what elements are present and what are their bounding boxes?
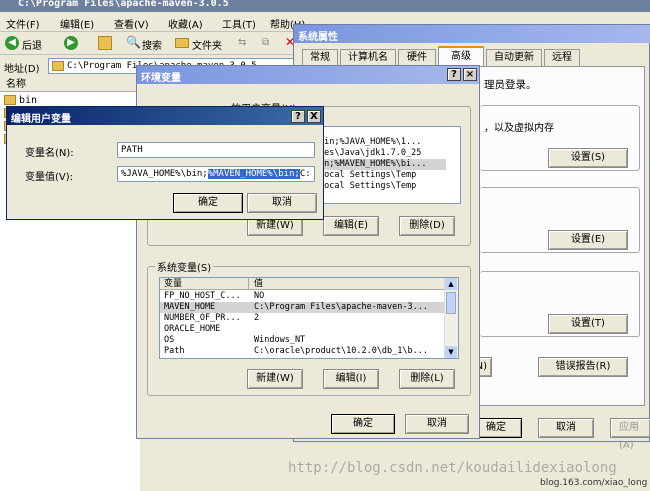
selected-text: %MAVEN_HOME%\bin; [207, 169, 300, 179]
system-new-button[interactable]: 新建(W) [247, 369, 303, 389]
up-folder-icon[interactable] [98, 36, 112, 50]
menu-tools[interactable]: 工具(T) [222, 16, 256, 31]
tab-advanced[interactable]: 高级 [438, 46, 484, 66]
address-label: 地址(D) [4, 64, 40, 75]
tab-computer-name[interactable]: 计算机名 [340, 49, 396, 66]
tab-remote[interactable]: 远程 [544, 49, 580, 66]
table-row[interactable]: Local Settings\Temp [319, 181, 446, 192]
edit-ok-button[interactable]: 确定 [173, 193, 243, 213]
startup-settings-button[interactable]: 设置(T) [548, 314, 628, 334]
table-row[interactable]: ORACLE_HOME [160, 324, 444, 335]
vertical-scrollbar[interactable]: ▲ ▼ [444, 278, 458, 358]
edit-dialog-title: 编辑用户变量 [11, 114, 71, 125]
variable-value-label: 变量值(V): [25, 172, 74, 183]
back-icon: ◀ [5, 36, 19, 50]
column-header-var[interactable]: 变量 [164, 278, 182, 290]
sysprops-apply-button[interactable]: 应用(A) [610, 418, 650, 451]
explorer-titlebar: C:\Program Files\apache-maven-3.0.5 [0, 0, 650, 12]
system-variables-list[interactable]: 变量 值 FP_NO_HOST_C... NO MAVEN_HOME C:\Prog… [159, 277, 459, 359]
folder-icon [52, 60, 64, 71]
watermark-site: blog.163.com/xiao_long [540, 478, 648, 488]
edit-user-variable-dialog: 编辑用户变量 ? X 变量名(N): PATH 变量值(V): %JAVA_HO… [6, 106, 324, 220]
error-report-button[interactable]: 错误报告(R) [538, 357, 628, 377]
tab-hardware[interactable]: 硬件 [398, 49, 436, 66]
performance-text: ，以及虚拟内存 [484, 123, 554, 134]
envvars-title: 环境变量 [141, 73, 181, 84]
scroll-down-arrow-icon[interactable]: ▼ [445, 346, 457, 358]
table-row[interactable]: OS Windows_NT [160, 335, 444, 346]
sysprops-title: 系统属性 [298, 32, 338, 43]
scroll-thumb[interactable] [446, 292, 456, 314]
column-divider [248, 278, 249, 290]
envvars-cancel-button[interactable]: 取消 [405, 414, 469, 434]
performance-settings-button[interactable]: 设置(S) [548, 148, 628, 168]
profiles-settings-button[interactable]: 设置(E) [548, 230, 628, 250]
move-to-icon[interactable]: ⇆ [238, 37, 246, 48]
close-icon[interactable]: × [463, 68, 477, 81]
scroll-up-arrow-icon[interactable]: ▲ [445, 278, 457, 290]
system-delete-button[interactable]: 删除(L) [399, 369, 455, 389]
sysprops-titlebar: 系统属性 [294, 25, 650, 43]
edit-dialog-titlebar: 编辑用户变量 ? X [7, 107, 323, 125]
watermark-url: http://blog.csdn.net/koudailidexiaolong [288, 460, 617, 476]
table-row[interactable]: in;%MAVEN_HOME%\bi... [319, 159, 446, 170]
column-header-val[interactable]: 值 [254, 278, 263, 290]
user-edit-button[interactable]: 编辑(E) [323, 216, 379, 236]
menu-edit[interactable]: 编辑(E) [60, 16, 94, 31]
folders-icon [175, 38, 189, 48]
system-edit-button[interactable]: 编辑(I) [323, 369, 379, 389]
tab-general[interactable]: 常规 [302, 49, 338, 66]
back-button[interactable]: 后退 [22, 37, 42, 52]
help-button[interactable]: ? [447, 68, 461, 81]
search-icon: 🔍 [126, 35, 141, 49]
table-row[interactable]: bin;%JAVA_HOME%\1... [319, 137, 446, 148]
folder-icon [4, 95, 16, 105]
search-button[interactable]: 搜索 [142, 37, 162, 52]
menu-favorites[interactable]: 收藏(A) [168, 16, 203, 31]
table-row[interactable]: NUMBER_OF_PR... 2 [160, 313, 444, 324]
explorer-title: C:\Program Files\apache-maven-3.0.5 [18, 0, 229, 9]
help-button[interactable]: ? [291, 110, 305, 123]
system-variables-label: 系统变量(S) [155, 259, 214, 274]
user-delete-button[interactable]: 删除(D) [399, 216, 455, 236]
table-row[interactable]: MAVEN_HOME C:\Program Files\apache-maven-… [160, 302, 444, 313]
column-header-name[interactable]: 名称 [0, 78, 140, 92]
close-icon[interactable]: X [307, 110, 321, 123]
table-row[interactable]: FP_NO_HOST_C... NO [160, 291, 444, 302]
column-header: 变量 值 [160, 278, 446, 290]
variable-value-input[interactable]: %JAVA_HOME%\bin;%MAVEN_HOME%\bin;C: [117, 166, 315, 182]
menu-file[interactable]: 文件(F) [6, 16, 40, 31]
folders-button[interactable]: 文件夹 [192, 37, 222, 52]
variable-name-input[interactable]: PATH [117, 142, 315, 158]
user-variables-list[interactable]: bin;%JAVA_HOME%\1... les\Java\jdk1.7.0_2… [317, 126, 461, 204]
table-row[interactable]: Local Settings\Temp [319, 170, 446, 181]
envvars-ok-button[interactable]: 确定 [331, 414, 395, 434]
table-row[interactable]: Path C:\oracle\product\10.2.0\db_1\b... [160, 346, 444, 357]
tab-auto-update[interactable]: 自动更新 [486, 49, 542, 66]
menu-view[interactable]: 查看(V) [114, 16, 149, 31]
envvars-titlebar: 环境变量 ? × [137, 66, 479, 84]
edit-cancel-button[interactable]: 取消 [247, 193, 317, 213]
sysprops-cancel-button[interactable]: 取消 [538, 418, 594, 438]
copy-to-icon[interactable]: ⧉ [262, 37, 269, 48]
table-row[interactable]: les\Java\jdk1.7.0_25 [319, 148, 446, 159]
forward-icon[interactable]: ▶ [64, 36, 78, 50]
variable-name-label: 变量名(N): [25, 148, 74, 159]
admin-text: 理员登录。 [484, 79, 537, 91]
